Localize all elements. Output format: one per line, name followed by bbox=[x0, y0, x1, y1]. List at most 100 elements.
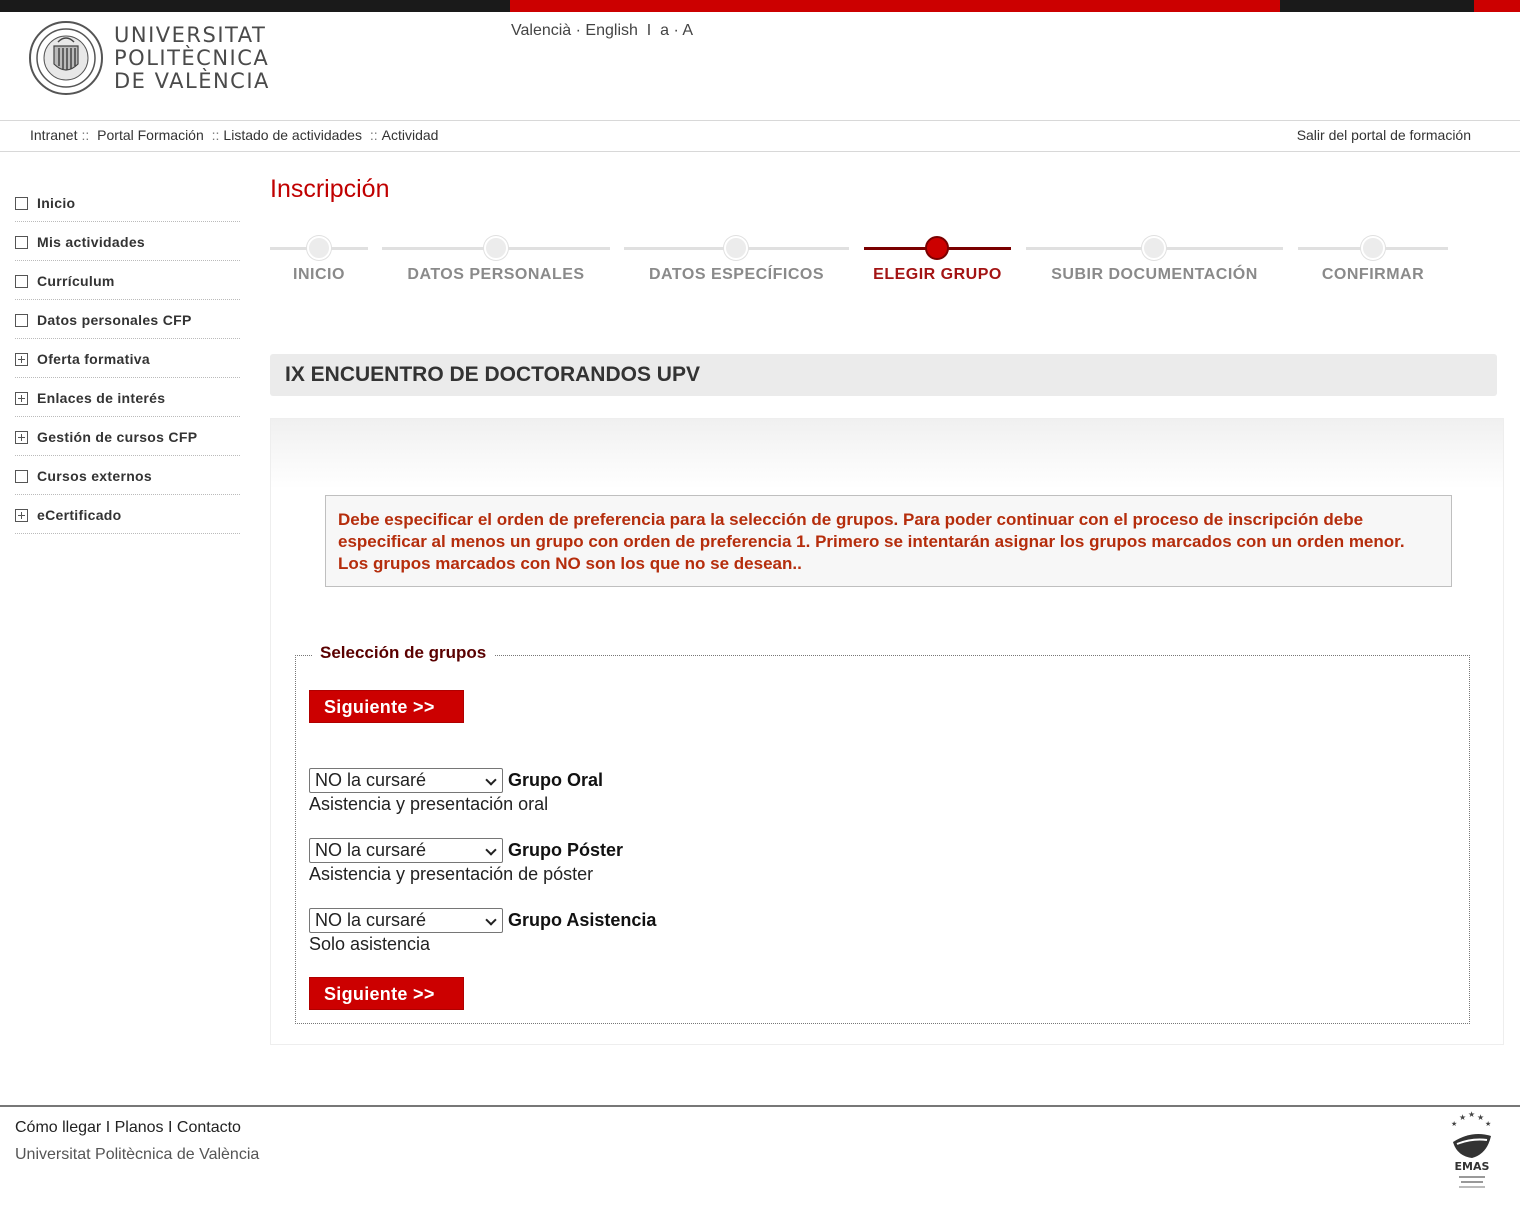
step-label: CONFIRMAR bbox=[1321, 266, 1425, 283]
sidebar-item-label: Currículum bbox=[37, 273, 115, 289]
emas-logo-icon: ★ ★ ★ ★ ★ EMAS bbox=[1451, 1110, 1491, 1188]
step-dot-icon bbox=[484, 236, 508, 260]
checkbox-square-icon bbox=[15, 469, 28, 483]
font-separator: · bbox=[673, 22, 679, 39]
group-description: Asistencia y presentación de póster bbox=[309, 864, 594, 884]
breadcrumb-separator: :: bbox=[369, 127, 378, 143]
sidebar-item-label: Inicio bbox=[37, 195, 76, 211]
select-value: NO la cursaré bbox=[315, 910, 427, 930]
chevron-down-icon bbox=[485, 844, 497, 856]
top-color-bar bbox=[0, 0, 1520, 12]
group-oral: NO la cursaré Grupo Oral Asistencia y pr… bbox=[309, 768, 603, 815]
footer-link-planos[interactable]: Planos bbox=[115, 1119, 164, 1136]
activity-title: IX ENCUENTRO DE DOCTORANDOS UPV bbox=[270, 354, 1497, 396]
next-button-bottom[interactable]: Siguiente >> bbox=[309, 977, 464, 1010]
page-title: Inscripción bbox=[270, 175, 390, 203]
step-subir-documentacion: SUBIR DOCUMENTACIÓN bbox=[1026, 234, 1283, 294]
group-name: Grupo Póster bbox=[508, 840, 624, 860]
logo-line-3: DE VALÈNCIA bbox=[114, 68, 270, 93]
progress-steps: INICIO DATOS PERSONALES DATOS ESPECÍFICO… bbox=[270, 234, 1450, 294]
logo-text: UNIVERSITAT POLITÈCNICA DE VALÈNCIA bbox=[114, 22, 270, 93]
expand-plus-icon[interactable] bbox=[15, 508, 28, 522]
sidebar-item-enlaces[interactable]: Enlaces de interés bbox=[15, 378, 240, 417]
group-selection-fieldset: Selección de grupos Siguiente >> NO la c… bbox=[295, 643, 1470, 1024]
sidebar-item-datos-personales[interactable]: Datos personales CFP bbox=[15, 300, 240, 339]
footer-university-name: Universitat Politècnica de València bbox=[15, 1146, 260, 1163]
footer-link-separator: I bbox=[105, 1119, 111, 1136]
content-panel: Debe especificar el orden de preferencia… bbox=[270, 418, 1504, 1045]
svg-text:★: ★ bbox=[1485, 1120, 1491, 1128]
sidebar-item-ecertificado[interactable]: eCertificado bbox=[15, 495, 240, 534]
sidebar-menu: Inicio Mis actividades Currículum Datos … bbox=[15, 183, 240, 534]
lang-english-link[interactable]: English bbox=[585, 22, 637, 39]
checkbox-square-icon bbox=[15, 196, 28, 210]
lang-valencia-link[interactable]: Valencià bbox=[511, 22, 571, 39]
font-large-link[interactable]: A bbox=[682, 22, 693, 39]
select-value: NO la cursaré bbox=[315, 770, 427, 790]
breadcrumb-portal-formacion[interactable]: Portal Formación bbox=[97, 127, 204, 143]
breadcrumb-intranet[interactable]: Intranet bbox=[30, 127, 77, 143]
step-label: DATOS ESPECÍFICOS bbox=[648, 266, 825, 283]
step-dot-active-icon bbox=[925, 236, 949, 260]
step-elegir-grupo: ELEGIR GRUPO bbox=[864, 234, 1011, 294]
expand-plus-icon[interactable] bbox=[15, 430, 28, 444]
sidebar-item-label: eCertificado bbox=[37, 507, 122, 523]
sidebar-item-label: Mis actividades bbox=[37, 234, 145, 250]
group-name: Grupo Asistencia bbox=[508, 910, 657, 930]
chevron-down-icon bbox=[485, 774, 497, 786]
group-poster-preference-select[interactable]: NO la cursaré bbox=[309, 838, 503, 863]
step-label: SUBIR DOCUMENTACIÓN bbox=[1051, 266, 1258, 283]
group-asistencia-preference-select[interactable]: NO la cursaré bbox=[309, 908, 503, 933]
sidebar-item-label: Enlaces de interés bbox=[37, 390, 166, 406]
svg-text:★: ★ bbox=[1451, 1120, 1457, 1128]
sidebar-item-oferta-formativa[interactable]: Oferta formativa bbox=[15, 339, 240, 378]
expand-plus-icon[interactable] bbox=[15, 352, 28, 366]
breadcrumb-listado[interactable]: Listado de actividades bbox=[223, 127, 362, 143]
group-asistencia: NO la cursaré Grupo Asistencia Solo asis… bbox=[309, 908, 656, 955]
checkbox-square-icon bbox=[15, 313, 28, 327]
lang-separator: · bbox=[575, 22, 581, 39]
footer-link-contacto[interactable]: Contacto bbox=[177, 1119, 241, 1136]
checkbox-square-icon bbox=[15, 235, 28, 249]
sidebar-item-label: Oferta formativa bbox=[37, 351, 150, 367]
breadcrumb: Intranet:: Portal Formación :: Listado de… bbox=[30, 127, 438, 143]
logo-line-2: POLITÈCNICA bbox=[114, 45, 270, 70]
university-seal-icon bbox=[29, 21, 103, 95]
breadcrumb-separator: :: bbox=[211, 127, 220, 143]
logout-link[interactable]: Salir del portal de formación bbox=[1297, 127, 1471, 143]
group-name: Grupo Oral bbox=[508, 770, 604, 790]
step-dot-icon bbox=[724, 236, 748, 260]
upv-logo[interactable]: UNIVERSITAT POLITÈCNICA DE VALÈNCIA bbox=[28, 20, 270, 96]
sidebar-item-label: Gestión de cursos CFP bbox=[37, 429, 198, 445]
step-dot-icon bbox=[1142, 236, 1166, 260]
step-datos-especificos: DATOS ESPECÍFICOS bbox=[624, 234, 849, 294]
navigation-bar: Intranet:: Portal Formación :: Listado de… bbox=[0, 120, 1520, 152]
svg-text:★: ★ bbox=[1477, 1113, 1484, 1122]
logo-line-1: UNIVERSITAT bbox=[114, 22, 267, 47]
group-poster: NO la cursaré Grupo Póster Asistencia y … bbox=[309, 838, 623, 885]
step-dot-icon bbox=[307, 236, 331, 260]
sidebar-item-curriculum[interactable]: Currículum bbox=[15, 261, 240, 300]
group-oral-preference-select[interactable]: NO la cursaré bbox=[309, 768, 503, 793]
font-small-link[interactable]: a bbox=[660, 22, 669, 39]
footer-divider bbox=[0, 1105, 1520, 1107]
footer-link-separator: I bbox=[168, 1119, 173, 1136]
sidebar-item-cursos-externos[interactable]: Cursos externos bbox=[15, 456, 240, 495]
step-label: DATOS PERSONALES bbox=[407, 266, 585, 283]
preference-notice: Debe especificar el orden de preferencia… bbox=[325, 495, 1452, 587]
sidebar-item-gestion-cursos[interactable]: Gestión de cursos CFP bbox=[15, 417, 240, 456]
step-confirmar: CONFIRMAR bbox=[1298, 234, 1448, 294]
step-dot-icon bbox=[1361, 236, 1385, 260]
select-value: NO la cursaré bbox=[315, 840, 427, 860]
checkbox-square-icon bbox=[15, 274, 28, 288]
sidebar-item-mis-actividades[interactable]: Mis actividades bbox=[15, 222, 240, 261]
footer-link-como-llegar[interactable]: Cómo llegar bbox=[15, 1119, 101, 1136]
fieldset-legend: Selección de grupos bbox=[312, 643, 495, 663]
next-button-top[interactable]: Siguiente >> bbox=[309, 690, 464, 723]
chevron-down-icon bbox=[485, 914, 497, 926]
emas-label: EMAS bbox=[1455, 1160, 1490, 1173]
language-switcher: Valencià · English I a · A bbox=[511, 22, 693, 40]
sidebar-item-label: Cursos externos bbox=[37, 468, 152, 484]
expand-plus-icon[interactable] bbox=[15, 391, 28, 405]
sidebar-item-inicio[interactable]: Inicio bbox=[15, 183, 240, 222]
